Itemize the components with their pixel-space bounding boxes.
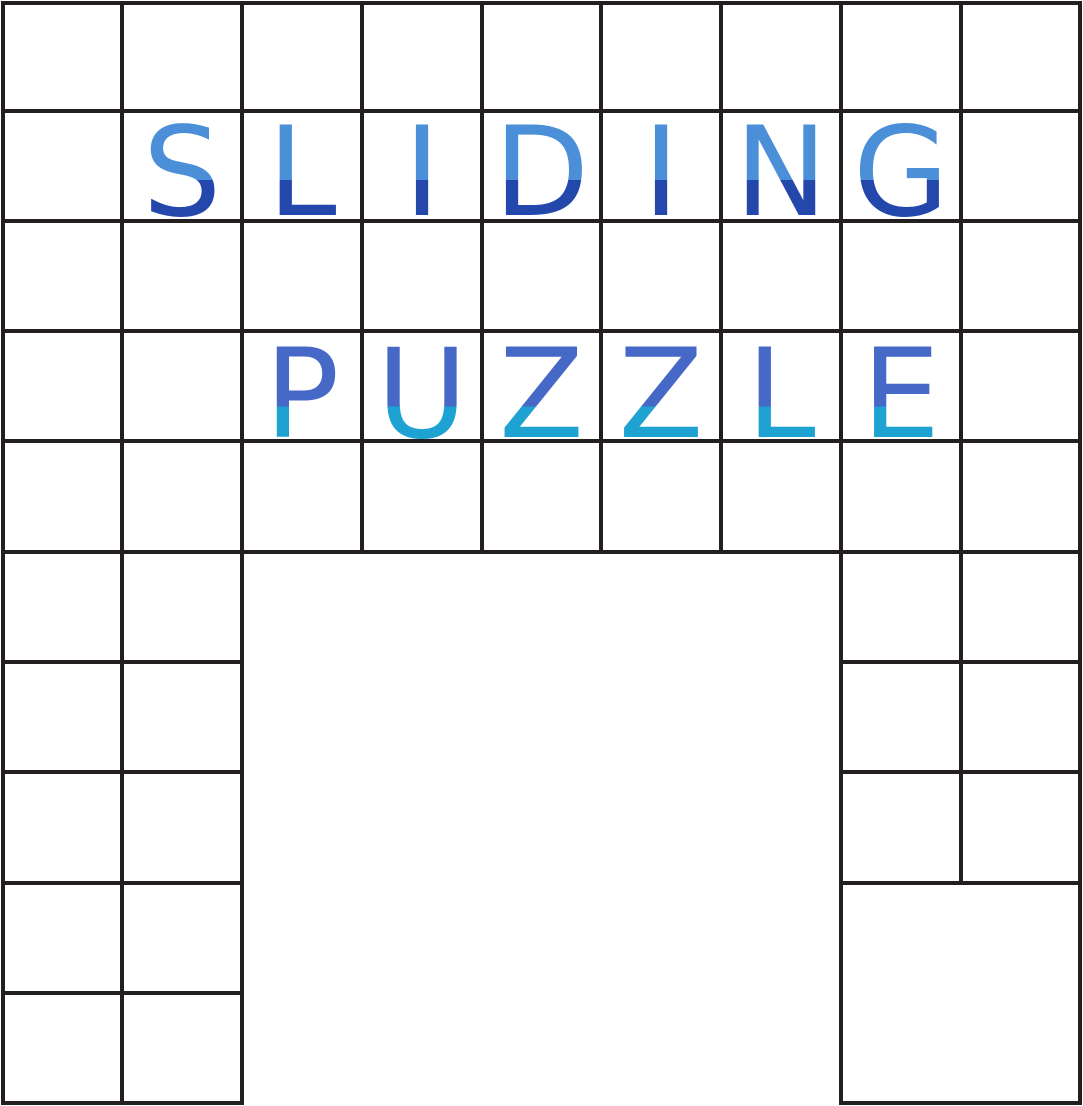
title-letter-l: L — [746, 323, 815, 467]
title-letter-i: I — [643, 101, 680, 245]
title-letter-n: N — [735, 101, 828, 245]
title-letter-d: D — [494, 101, 589, 245]
sliding-puzzle-board: SLIDING PUZZLE — [0, 0, 1083, 1106]
title-letter-z: Z — [499, 323, 584, 467]
title-letter-g: G — [853, 101, 949, 245]
title-letter-u: U — [377, 323, 468, 467]
title-letter-p: P — [265, 323, 340, 467]
title-letter-i: I — [404, 101, 441, 245]
title-letter-s: S — [143, 101, 222, 245]
title-letter-e: E — [862, 323, 940, 467]
puzzle-grid: SLIDING PUZZLE — [1, 1, 1082, 1105]
title-letter-z: Z — [619, 323, 704, 467]
title-line-sliding: SLIDING — [143, 101, 949, 245]
title-letter-l: L — [267, 101, 336, 245]
